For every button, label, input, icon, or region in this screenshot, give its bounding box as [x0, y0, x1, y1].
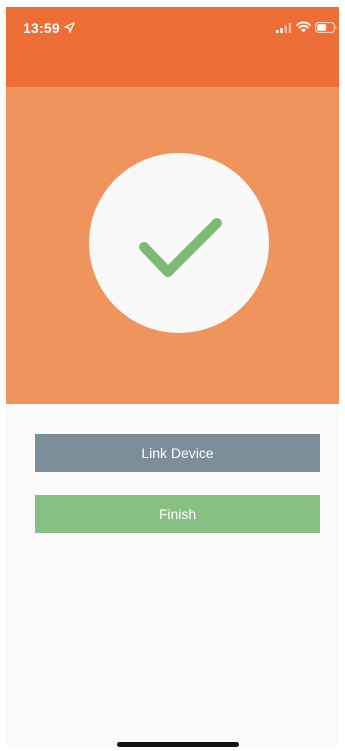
home-indicator[interactable]: [117, 742, 239, 747]
success-hero: [6, 87, 339, 404]
wifi-icon: [296, 21, 311, 33]
status-time: 13:59: [23, 20, 60, 36]
success-circle: [89, 153, 269, 333]
signal-icon: [276, 23, 292, 33]
location-arrow-icon: [64, 22, 75, 33]
link-device-button[interactable]: Link Device: [35, 434, 320, 472]
app-screen: 13:59 Link Device Finish: [6, 7, 339, 747]
battery-icon: [315, 22, 337, 33]
finish-button[interactable]: Finish: [35, 495, 320, 533]
checkmark-icon: [139, 218, 222, 277]
status-bar: 13:59: [6, 7, 339, 87]
